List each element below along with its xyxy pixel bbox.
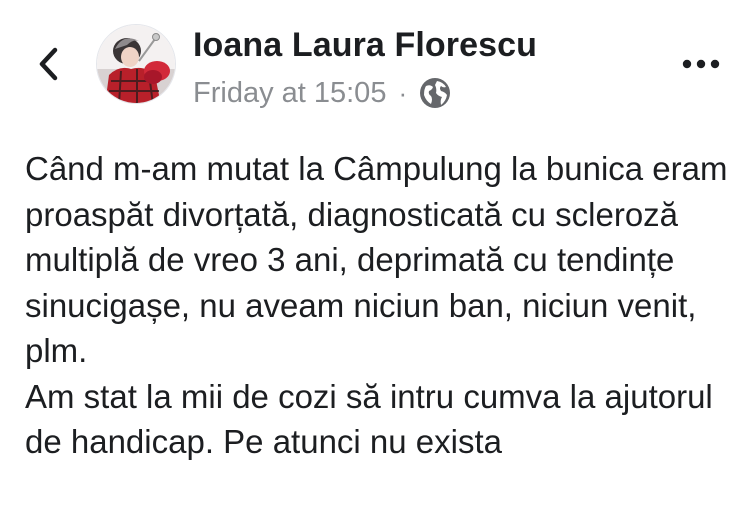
more-horizontal-icon: [682, 59, 720, 69]
profile-photo: [97, 25, 175, 103]
meta-separator: ·: [398, 78, 408, 108]
avatar[interactable]: [96, 24, 176, 104]
back-button[interactable]: [30, 44, 66, 84]
more-options-button[interactable]: [676, 50, 726, 78]
globe-icon: [420, 78, 451, 108]
post-paragraph: Am stat la mii de cozi să intru cumva la…: [25, 377, 713, 461]
post-timestamp[interactable]: Friday at 15:05: [193, 77, 386, 110]
author-name[interactable]: Ioana Laura Florescu: [193, 26, 537, 65]
post-paragraph: Când m-am mutat la Câmpulung la bunica e…: [25, 150, 728, 369]
post-text: Când m-am mutat la Câmpulung la bunica e…: [25, 146, 735, 465]
chevron-left-icon: [39, 47, 58, 81]
post-header: Ioana Laura Florescu Friday at 15:05 ·: [0, 0, 750, 130]
post-meta: Friday at 15:05 ·: [193, 74, 451, 112]
